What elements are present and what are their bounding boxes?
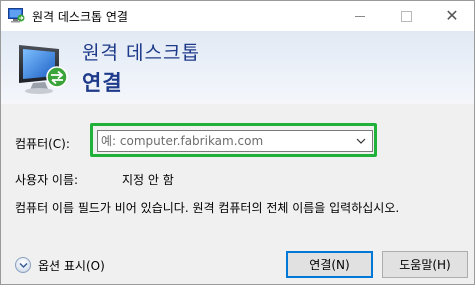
remote-desktop-monitor-icon xyxy=(15,39,73,97)
remote-desktop-window: 원격 데스크톱 연결 ✕ 원격 데스크톱 연결 컴퓨터(C): 예: compu… xyxy=(0,0,475,285)
window-title: 원격 데스크톱 연결 xyxy=(32,10,128,24)
header-banner: 원격 데스크톱 연결 xyxy=(1,31,474,104)
maximize-button[interactable] xyxy=(383,1,429,31)
computer-combobox[interactable] xyxy=(97,130,373,152)
close-icon: ✕ xyxy=(445,6,459,25)
computer-input[interactable] xyxy=(101,131,346,151)
username-value: 지정 안 함 xyxy=(122,173,174,187)
expand-down-icon[interactable] xyxy=(15,257,31,273)
banner-subtitle: 연결 xyxy=(82,71,123,95)
connect-button[interactable]: 연결(N) xyxy=(286,251,373,278)
help-message: 컴퓨터 이름 필드가 비어 있습니다. 원격 컴퓨터의 전체 이름을 입력하십시… xyxy=(15,201,400,215)
show-options-toggle[interactable]: 옵션 표시(O) xyxy=(15,256,105,274)
banner-title: 원격 데스크톱 xyxy=(82,42,200,64)
minimize-button[interactable] xyxy=(337,1,383,31)
chevron-down-icon[interactable] xyxy=(354,134,368,148)
minimize-icon xyxy=(355,15,365,17)
close-button[interactable]: ✕ xyxy=(429,1,474,31)
remote-desktop-icon xyxy=(8,7,26,23)
title-bar[interactable]: 원격 데스크톱 연결 ✕ xyxy=(1,1,474,31)
computer-label: 컴퓨터(C): xyxy=(15,137,70,151)
username-label: 사용자 이름: xyxy=(15,173,79,187)
maximize-icon xyxy=(400,10,412,22)
show-options-label[interactable]: 옵션 표시(O) xyxy=(38,257,105,274)
help-button[interactable]: 도움말(H) xyxy=(382,251,468,278)
